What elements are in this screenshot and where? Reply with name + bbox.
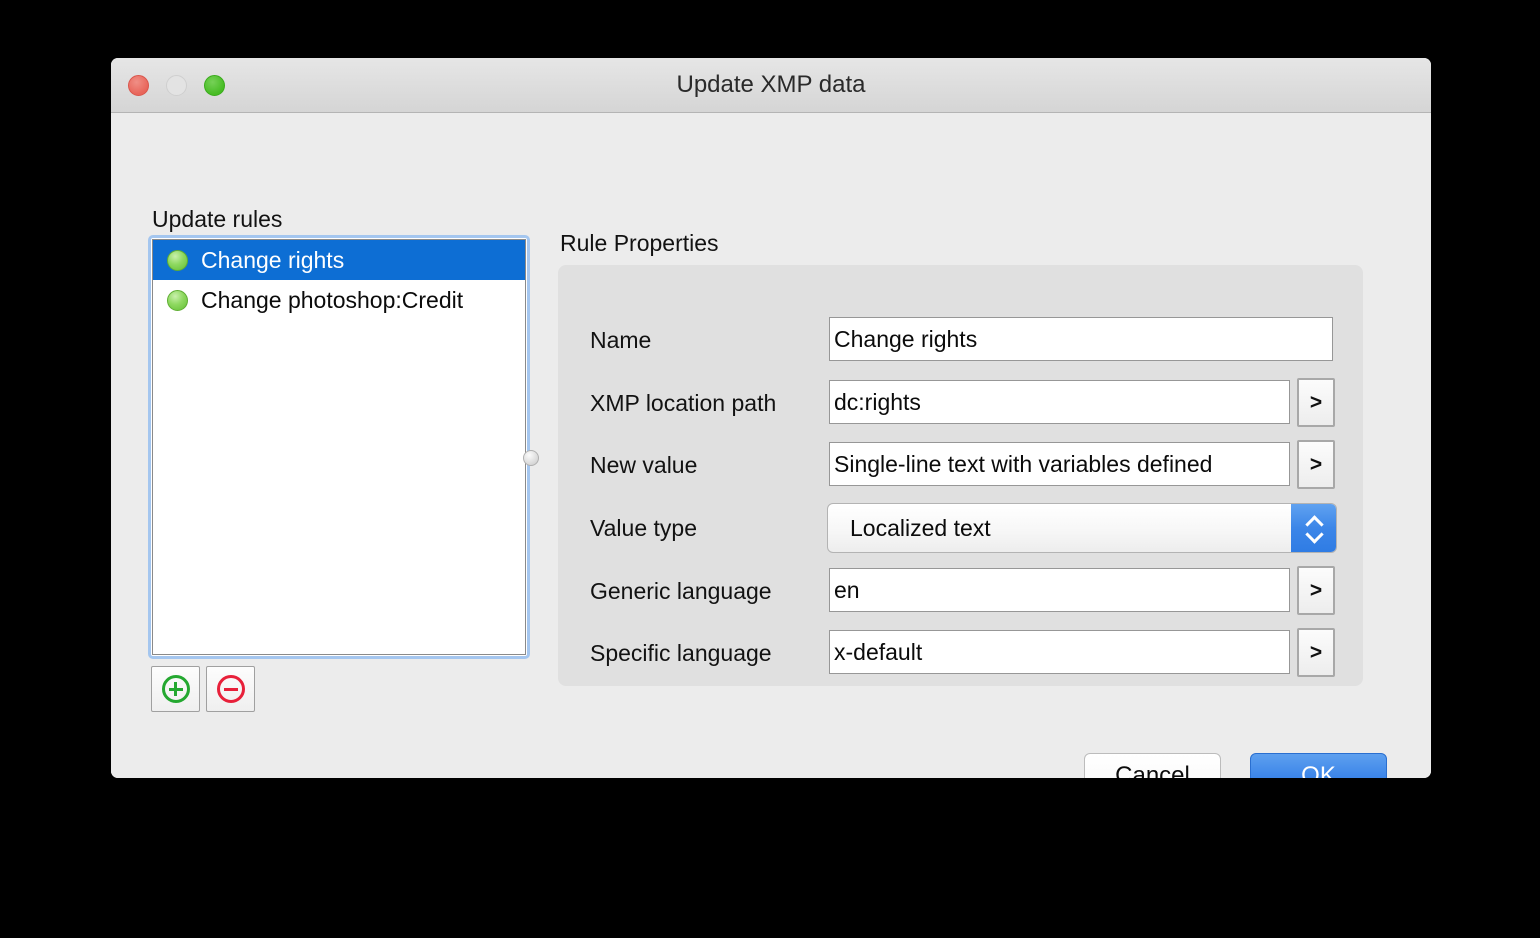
value-type-stepper[interactable] [1291, 504, 1336, 552]
new-value-browse-button[interactable]: > [1297, 440, 1335, 489]
form-row-value-type: Value type Localized text [558, 505, 1363, 551]
form-row-specific-language: Specific language x-default > [558, 630, 1363, 676]
name-label: Name [590, 317, 651, 363]
value-type-selected-value: Localized text [850, 504, 991, 552]
window-title: Update XMP data [111, 58, 1431, 112]
form-row-xmp-location-path: XMP location path dc:rights > [558, 380, 1363, 426]
minus-circle-icon [217, 675, 245, 703]
list-item-label: Change photoshop:Credit [201, 287, 463, 314]
list-item[interactable]: Change photoshop:Credit [153, 280, 525, 320]
list-toolbar [151, 666, 255, 712]
list-item-label: Change rights [201, 247, 344, 274]
update-xmp-data-dialog: Update XMP data Update rules Change righ… [111, 58, 1431, 778]
generic-language-label: Generic language [590, 568, 772, 614]
ok-button[interactable]: OK [1250, 753, 1387, 778]
rule-properties-groupbox: Name Change rights XMP location path dc:… [558, 265, 1363, 686]
remove-rule-button[interactable] [206, 666, 255, 712]
specific-language-label: Specific language [590, 630, 772, 676]
new-value-field[interactable]: Single-line text with variables defined [829, 442, 1290, 486]
value-type-label: Value type [590, 505, 697, 551]
dialog-content: Update rules Change rights Change photos… [111, 113, 1431, 778]
new-value-label: New value [590, 442, 697, 488]
update-rules-listbox[interactable]: Change rights Change photoshop:Credit [148, 235, 530, 659]
list-item[interactable]: Change rights [153, 240, 525, 280]
name-field[interactable]: Change rights [829, 317, 1333, 361]
form-row-generic-language: Generic language en > [558, 568, 1363, 614]
screen: Update XMP data Update rules Change righ… [0, 0, 1540, 938]
cancel-button[interactable]: Cancel [1084, 753, 1221, 778]
specific-language-field[interactable]: x-default [829, 630, 1290, 674]
title-bar: Update XMP data [111, 58, 1431, 113]
xmp-location-path-label: XMP location path [590, 380, 776, 426]
value-type-select[interactable]: Localized text [827, 503, 1337, 553]
add-rule-button[interactable] [151, 666, 200, 712]
form-row-new-value: New value Single-line text with variable… [558, 442, 1363, 488]
generic-language-field[interactable]: en [829, 568, 1290, 612]
green-bullet-icon [167, 290, 188, 311]
update-rules-list[interactable]: Change rights Change photoshop:Credit [152, 239, 526, 655]
splitter-handle[interactable] [523, 450, 539, 466]
plus-circle-icon [162, 675, 190, 703]
green-bullet-icon [167, 250, 188, 271]
rule-properties-heading: Rule Properties [560, 230, 719, 257]
form-row-name: Name Change rights [558, 317, 1363, 363]
chevron-down-icon [1306, 530, 1322, 539]
update-rules-heading: Update rules [152, 206, 282, 233]
xmp-location-path-field[interactable]: dc:rights [829, 380, 1290, 424]
xmp-location-path-browse-button[interactable]: > [1297, 378, 1335, 427]
generic-language-browse-button[interactable]: > [1297, 566, 1335, 615]
specific-language-browse-button[interactable]: > [1297, 628, 1335, 677]
